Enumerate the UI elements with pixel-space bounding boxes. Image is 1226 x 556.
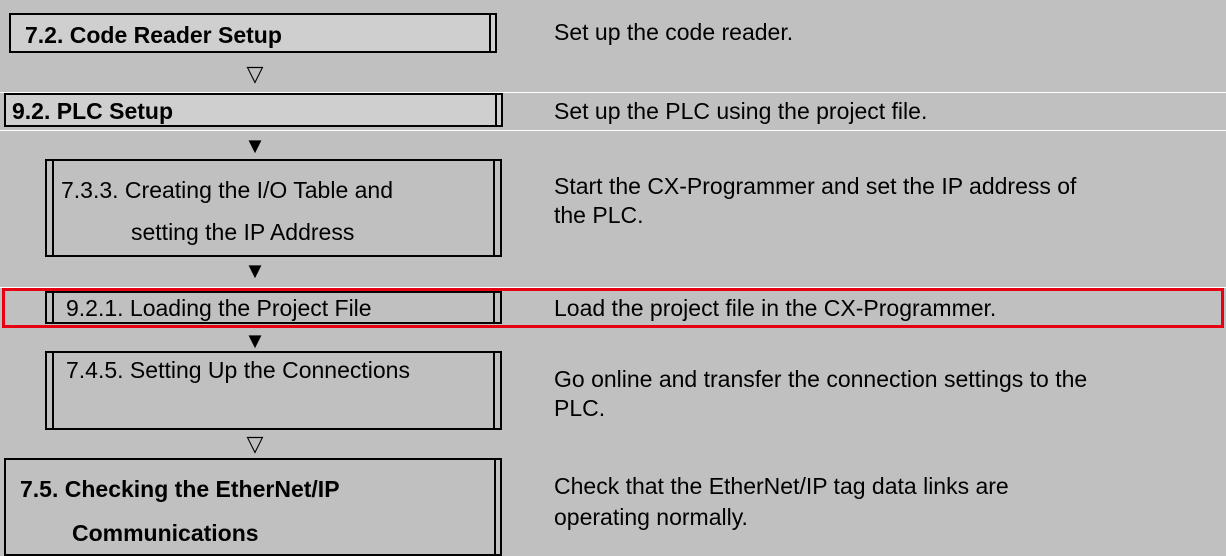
- step-label: 7.4.5. Setting Up the Connections: [66, 357, 410, 383]
- step-description-line1: Check that the EtherNet/IP tag data link…: [554, 473, 1009, 499]
- solid-arrow-icon: ▼: [244, 258, 266, 283]
- step-description: Set up the code reader.: [554, 19, 794, 45]
- step-description-line2: the PLC.: [554, 202, 644, 228]
- step-description-line2: operating normally.: [554, 504, 748, 530]
- step-description-line1: Go online and transfer the connection se…: [554, 366, 1088, 392]
- solid-arrow-icon: ▼: [244, 133, 266, 158]
- step-label-line2: Communications: [72, 520, 259, 546]
- step-label-line2: setting the IP Address: [131, 219, 355, 245]
- step-description-line1: Start the CX-Programmer and set the IP a…: [554, 173, 1077, 199]
- step-plc-setup: 9.2. PLC Setup: [4, 93, 503, 127]
- step-code-reader-setup: 7.2. Code Reader Setup: [9, 13, 497, 53]
- row-separator: [0, 130, 1226, 131]
- hollow-arrow-icon: ▽: [246, 431, 264, 456]
- current-step-highlight: [2, 288, 1224, 328]
- step-description: Set up the PLC using the project file.: [554, 98, 928, 124]
- step-label: 9.2. PLC Setup: [12, 98, 174, 124]
- solid-arrow-icon: ▼: [244, 328, 266, 353]
- step-description-line2: PLC.: [554, 395, 606, 421]
- step-label: 7.2. Code Reader Setup: [25, 22, 282, 48]
- step-label-line1: 7.5. Checking the EtherNet/IP: [20, 476, 340, 502]
- step-setting-up-connections: 7.4.5. Setting Up the Connections: [45, 351, 502, 430]
- step-checking-ethernet-ip: 7.5. Checking the EtherNet/IP Communicat…: [4, 458, 502, 556]
- hollow-arrow-icon: ▽: [246, 61, 264, 86]
- step-label-line1: 7.3.3. Creating the I/O Table and: [61, 177, 394, 203]
- step-creating-io-table: 7.3.3. Creating the I/O Table and settin…: [45, 159, 502, 257]
